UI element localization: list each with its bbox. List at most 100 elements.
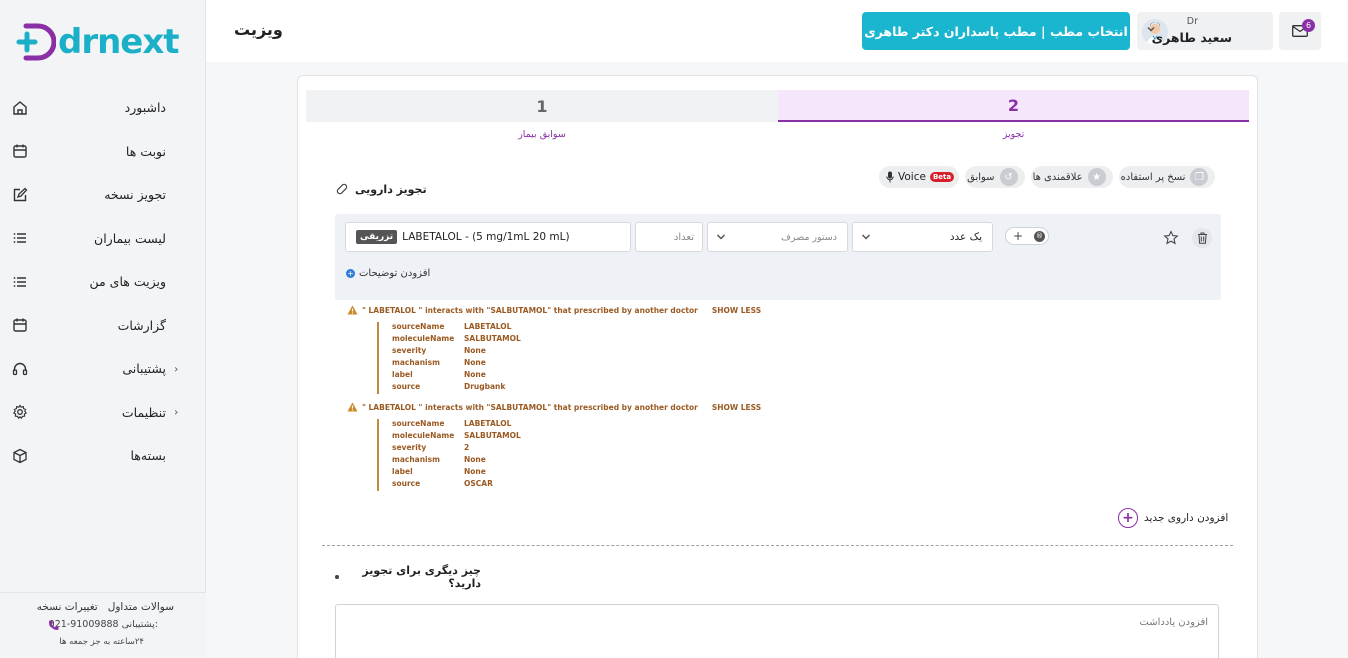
step-prescription[interactable]: 2: [778, 90, 1249, 122]
usage-instruction-select[interactable]: دستور مصرف: [707, 222, 848, 252]
sidebar-item-settings[interactable]: تنظیمات ‹: [0, 391, 206, 435]
frequent-prescriptions-button[interactable]: ❐ نسخ پر استفاده: [1118, 166, 1216, 188]
faq-link[interactable]: سوالات متداول: [108, 601, 174, 613]
detail-value: LABETALOL: [464, 322, 512, 331]
show-less-toggle[interactable]: SHOW LESS: [712, 403, 761, 412]
detail-value: LABETALOL: [464, 419, 512, 428]
page-title: ویزیت: [234, 20, 283, 39]
voice-label: Voice: [898, 171, 926, 183]
detail-value: None: [464, 455, 486, 464]
sidebar-item-packages[interactable]: بسته‌ها: [0, 434, 206, 478]
sidebar-item-support[interactable]: پشتیبانی ‹: [0, 347, 206, 391]
box-icon: [13, 448, 27, 463]
messages-button[interactable]: 6: [1279, 12, 1321, 50]
bullet-dot: [335, 575, 339, 579]
voice-button[interactable]: Voice Beta: [879, 166, 960, 188]
detail-row: sourceName LABETALOL: [392, 322, 521, 334]
edit-icon: [13, 187, 28, 201]
detail-row: sourceName LABETALOL: [392, 419, 521, 431]
repeat-stepper[interactable]: + ®: [1005, 227, 1049, 245]
sidebar-item-dashboard[interactable]: داشبورد: [0, 86, 206, 130]
sidebar: drnext داشبورد نوبت ها تجویز نسخه لیست ب…: [0, 0, 206, 658]
detail-key: machanism: [392, 358, 440, 367]
detail-row: moleculeName SALBUTAMOL: [392, 334, 521, 346]
footer-links: سوالات متداول تغییرات نسخه: [37, 601, 174, 613]
favorite-star-icon[interactable]: [1163, 230, 1179, 246]
delete-drug-button[interactable]: [1192, 228, 1212, 248]
detail-row: machanism None: [392, 358, 521, 370]
user-name: سعید طاهری: [1151, 30, 1232, 45]
section-divider: [322, 545, 1233, 546]
sidebar-item-label: گزارشات: [117, 317, 166, 333]
detail-value: None: [464, 370, 486, 379]
favorites-button[interactable]: ★ علاقمندی ها: [1030, 166, 1113, 188]
microphone-icon: [886, 171, 894, 183]
detail-key: label: [392, 370, 413, 379]
anything-else-heading: چیز دیگری برای تجویز دارید؟: [335, 564, 481, 590]
changelog-link[interactable]: تغییرات نسخه: [37, 601, 98, 613]
history-label: سوابق: [967, 171, 995, 183]
add-description-link[interactable]: افزودن توضیحات +: [346, 268, 430, 279]
favorites-label: علاقمندی ها: [1032, 171, 1083, 183]
sidebar-item-prescribe[interactable]: تجویز نسخه: [0, 173, 206, 217]
dose-value: یک عدد: [949, 231, 982, 243]
select-clinic-button[interactable]: انتخاب مطب | مطب پاسداران دکتر طاهری: [862, 12, 1130, 50]
detail-key: sourceName: [392, 419, 445, 428]
detail-value: OSCAR: [464, 479, 493, 488]
trash-icon: [1197, 232, 1207, 244]
interaction-details: sourceName LABETALOL moleculeName SALBUTAM…: [377, 419, 521, 491]
detail-row: moleculeName SALBUTAMOL: [392, 431, 521, 443]
beta-badge: Beta: [929, 172, 955, 182]
drug-name-field[interactable]: تزریقی LABETALOL - (5 mg/1mL 20 mL): [345, 222, 631, 252]
note-textarea[interactable]: افزودن یادداشت: [335, 604, 1219, 658]
detail-row: source OSCAR: [392, 479, 521, 491]
detail-row: label None: [392, 370, 521, 382]
mail-count-badge: 6: [1302, 19, 1315, 32]
detail-key: label: [392, 467, 413, 476]
plus-icon[interactable]: +: [1013, 229, 1023, 243]
chevron-left-icon: ‹: [174, 405, 179, 419]
frequent-prescriptions-label: نسخ پر استفاده: [1120, 171, 1186, 183]
interaction-message: " LABETALOL " interacts with "SALBUTAMOL…: [362, 402, 698, 412]
sidebar-item-label: تجویز نسخه: [104, 187, 166, 203]
detail-key: source: [392, 479, 421, 488]
sidebar-item-label: لیست بیماران: [94, 230, 166, 246]
detail-value: None: [464, 346, 486, 355]
detail-row: label None: [392, 467, 521, 479]
dose-select[interactable]: یک عدد: [852, 222, 993, 252]
support-phone-label: پشتیبانی:: [121, 619, 158, 630]
sidebar-item-my-visits[interactable]: ویزیت های من: [0, 260, 206, 304]
step-prescription-label[interactable]: تجویز: [778, 129, 1249, 140]
detail-value: SALBUTAMOL: [464, 334, 521, 343]
quantity-input[interactable]: تعداد: [635, 222, 703, 252]
show-less-toggle[interactable]: SHOW LESS: [712, 306, 761, 315]
calendar-icon: [13, 318, 27, 332]
step-patient-history-label[interactable]: سوابق بیمار: [306, 129, 778, 140]
detail-key: severity: [392, 443, 427, 452]
drnext-logo[interactable]: drnext: [16, 16, 196, 68]
list-icon: [13, 233, 26, 244]
section-title-text: تجویز دارویی: [355, 182, 427, 196]
interaction-warning: " LABETALOL " interacts with "SALBUTAMOL…: [347, 402, 761, 412]
headset-icon: [12, 362, 28, 375]
add-new-drug-button[interactable]: افزودن داروی جدید +: [1118, 508, 1228, 528]
chevron-left-icon: ‹: [174, 362, 179, 376]
sidebar-item-reports[interactable]: گزارشات: [0, 304, 206, 348]
repeat-icon: ®: [1034, 230, 1045, 242]
logo-mark-icon: [16, 23, 56, 61]
copy-icon: ❐: [1190, 168, 1209, 186]
history-icon: ↺: [999, 168, 1018, 186]
history-button[interactable]: ↺ سوابق: [965, 166, 1025, 188]
step-patient-history[interactable]: 1: [306, 90, 778, 122]
detail-row: source Drugbank: [392, 382, 521, 394]
sidebar-item-label: نوبت ها: [125, 143, 166, 159]
list-icon: [13, 276, 26, 287]
warning-icon: [347, 402, 358, 412]
sidebar-item-appointments[interactable]: نوبت ها: [0, 130, 206, 174]
user-menu[interactable]: Dr سعید طاهری: [1137, 12, 1273, 50]
detail-value: None: [464, 358, 486, 367]
sidebar-item-label: ویزیت های من: [89, 274, 166, 290]
sidebar-item-patients[interactable]: لیست بیماران: [0, 217, 206, 261]
chevron-down-icon: [716, 234, 726, 240]
add-new-drug-label: افزودن داروی جدید: [1144, 512, 1229, 524]
